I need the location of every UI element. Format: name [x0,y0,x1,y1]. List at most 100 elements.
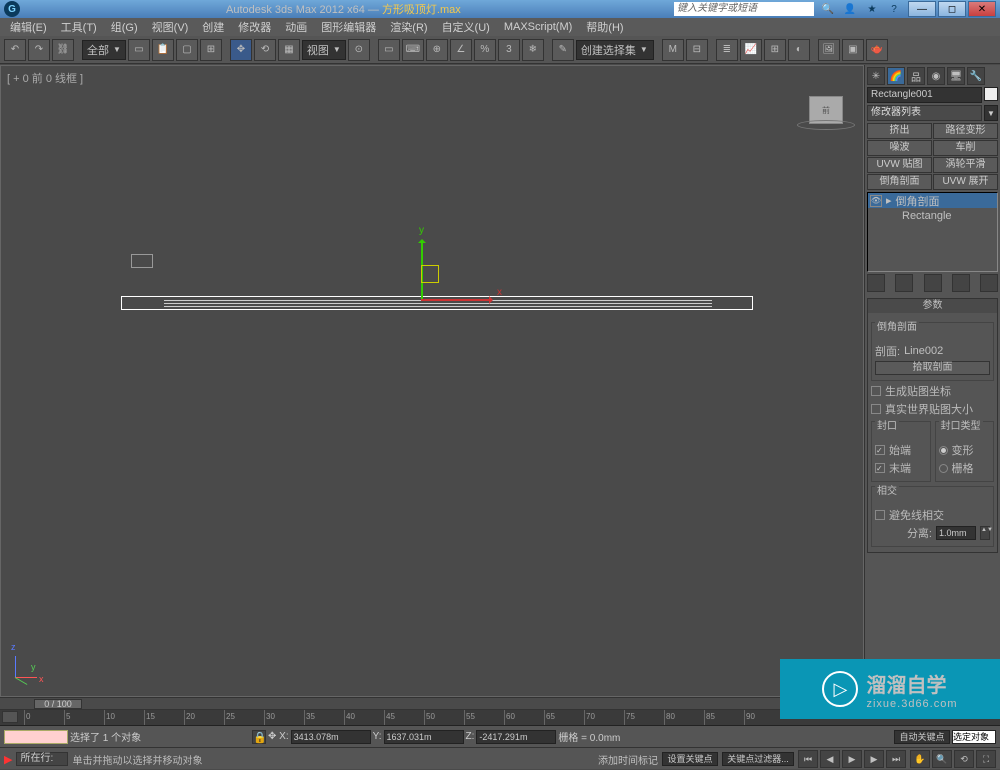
viewport-label[interactable]: [ + 0 前 0 线框 ] [7,70,83,86]
layers-button[interactable]: ≣ [716,39,738,61]
viewport[interactable]: [ + 0 前 0 线框 ] 前 y x z x y [0,65,864,697]
stack-visibility-icon[interactable]: 👁 [870,195,882,207]
menu-modifiers[interactable]: 修改器 [232,18,277,36]
stack-item-rectangle[interactable]: Rectangle [868,208,997,223]
viewport-max-button[interactable]: ⛶ [976,750,996,768]
maximize-button[interactable]: ◻ [938,1,966,17]
menu-rendering[interactable]: 渲染(R) [384,18,433,36]
object-color-swatch[interactable] [984,87,998,101]
selpair-dropdown[interactable]: 选定对象 [952,730,996,744]
viewport-pan-button[interactable]: ✋ [910,750,930,768]
script-loc-dropdown[interactable]: 所在行: [16,752,68,766]
search-input[interactable]: 键入关键字或短语 [674,2,814,16]
btn-lathe[interactable]: 车削 [933,140,998,156]
goto-end-button[interactable]: ⏭ [886,750,906,768]
gizmo-x-axis[interactable] [421,299,491,301]
btn-bevelprofile[interactable]: 倒角剖面 [867,174,932,190]
script-loc-arrow[interactable]: ▶ [4,753,12,766]
modifier-list-dropdown[interactable]: 修改器列表 [867,105,982,121]
menu-help[interactable]: 帮助(H) [580,18,629,36]
gen-uv-checkbox[interactable] [871,386,881,396]
modify-tab-icon[interactable]: 🌈 [887,67,905,85]
pivot-button[interactable]: ⊙ [348,39,370,61]
render-setup-button[interactable]: 🖼 [818,39,840,61]
utilities-tab-icon[interactable]: 🔧 [967,67,985,85]
coord-z-input[interactable]: -2417.291m [476,730,556,744]
undo-button[interactable]: ↶ [4,39,26,61]
create-tab-icon[interactable]: ✳ [867,67,885,85]
app-logo[interactable]: G [4,1,20,17]
prev-frame-button[interactable]: ◀ [820,750,840,768]
angle-snap-button[interactable]: ∠ [450,39,472,61]
percent-snap-button[interactable]: % [474,39,496,61]
material-editor-button[interactable]: ◐ [788,39,810,61]
realworld-checkbox[interactable] [871,404,881,414]
manipulate-button[interactable]: ▭ [378,39,400,61]
snap-toggle-button[interactable]: ⊕ [426,39,448,61]
menu-animation[interactable]: 动画 [279,18,313,36]
viewport-orbit-button[interactable]: ⟲ [954,750,974,768]
menu-views[interactable]: 视图(V) [146,18,195,36]
add-time-tag[interactable]: 添加时间标记 [598,752,658,767]
named-sel-sets-button[interactable]: ✎ [552,39,574,61]
link-button[interactable]: ⛓ [52,39,74,61]
render-button[interactable]: 🫖 [866,39,888,61]
viewport-zoom-button[interactable]: 🔍 [932,750,952,768]
btn-pathdeform[interactable]: 路径变形 [933,123,998,139]
menu-customize[interactable]: 自定义(U) [436,18,496,36]
next-frame-button[interactable]: ▶ [864,750,884,768]
captype-grid-radio[interactable] [939,464,948,473]
rendered-frame-button[interactable]: ▣ [842,39,864,61]
btn-uvwunwrap[interactable]: UVW 展开 [933,174,998,190]
timeline-config-button[interactable] [2,711,18,723]
modifier-list-arrow[interactable]: ▼ [984,105,998,121]
modifier-stack[interactable]: 👁 ▸ 倒角剖面 Rectangle [867,192,998,272]
redo-button[interactable]: ↷ [28,39,50,61]
params-header[interactable]: 参数 [868,299,997,313]
gizmo-xy-plane[interactable] [421,265,439,283]
coord-y-input[interactable]: 1637.031m [384,730,464,744]
motion-tab-icon[interactable]: ◉ [927,67,945,85]
favorite-icon[interactable]: ★ [864,2,880,16]
show-end-result-button[interactable] [895,274,913,292]
scale-button[interactable]: ▦ [278,39,300,61]
goto-start-button[interactable]: ⏮ [798,750,818,768]
setkey-button[interactable]: 设置关键点 [662,752,718,766]
make-unique-button[interactable] [924,274,942,292]
select-region-button[interactable]: ▢ [176,39,198,61]
object-name-input[interactable]: Rectangle001 [867,87,982,103]
window-crossing-button[interactable]: ⊞ [200,39,222,61]
avoid-intersect-checkbox[interactable] [875,510,885,520]
coord-x-input[interactable]: 3413.078m [291,730,371,744]
stack-item-bevelprofile[interactable]: 👁 ▸ 倒角剖面 [868,193,997,208]
edged-faces-button[interactable]: ❄ [522,39,544,61]
hierarchy-tab-icon[interactable]: 品 [907,67,925,85]
scope-dropdown[interactable]: 全部▼ [82,40,126,60]
menu-tools[interactable]: 工具(T) [55,18,103,36]
keyboard-shortcut-button[interactable]: ⌨ [402,39,424,61]
curve-editor-button[interactable]: 📈 [740,39,762,61]
cap-end-checkbox[interactable] [875,463,885,473]
script-mini-listener[interactable] [4,730,68,744]
spinner-snap-button[interactable]: 3 [498,39,520,61]
captype-morph-radio[interactable] [939,446,948,455]
lock-selection-button[interactable]: 🔒 [252,730,266,744]
display-tab-icon[interactable]: 🖥 [947,67,965,85]
play-button[interactable]: ▶ [842,750,862,768]
remove-modifier-button[interactable] [952,274,970,292]
menu-grapheditors[interactable]: 图形编辑器 [315,18,382,36]
btn-uvwmap[interactable]: UVW 贴图 [867,157,932,173]
select-button[interactable]: ▭ [128,39,150,61]
btn-noise[interactable]: 噪波 [867,140,932,156]
menu-group[interactable]: 组(G) [105,18,144,36]
schematic-view-button[interactable]: ⊞ [764,39,786,61]
btn-turbosmooth[interactable]: 涡轮平滑 [933,157,998,173]
separation-spinner[interactable]: 1.0mm [936,526,976,540]
refcoord-dropdown[interactable]: 视图▼ [302,40,346,60]
align-button[interactable]: ⊟ [686,39,708,61]
btn-extrude[interactable]: 挤出 [867,123,932,139]
select-name-button[interactable]: 📋 [152,39,174,61]
time-slider-thumb[interactable]: 0 / 100 [34,699,82,709]
move-button[interactable]: ✥ [230,39,252,61]
autokey-button[interactable]: 自动关键点 [894,730,950,744]
